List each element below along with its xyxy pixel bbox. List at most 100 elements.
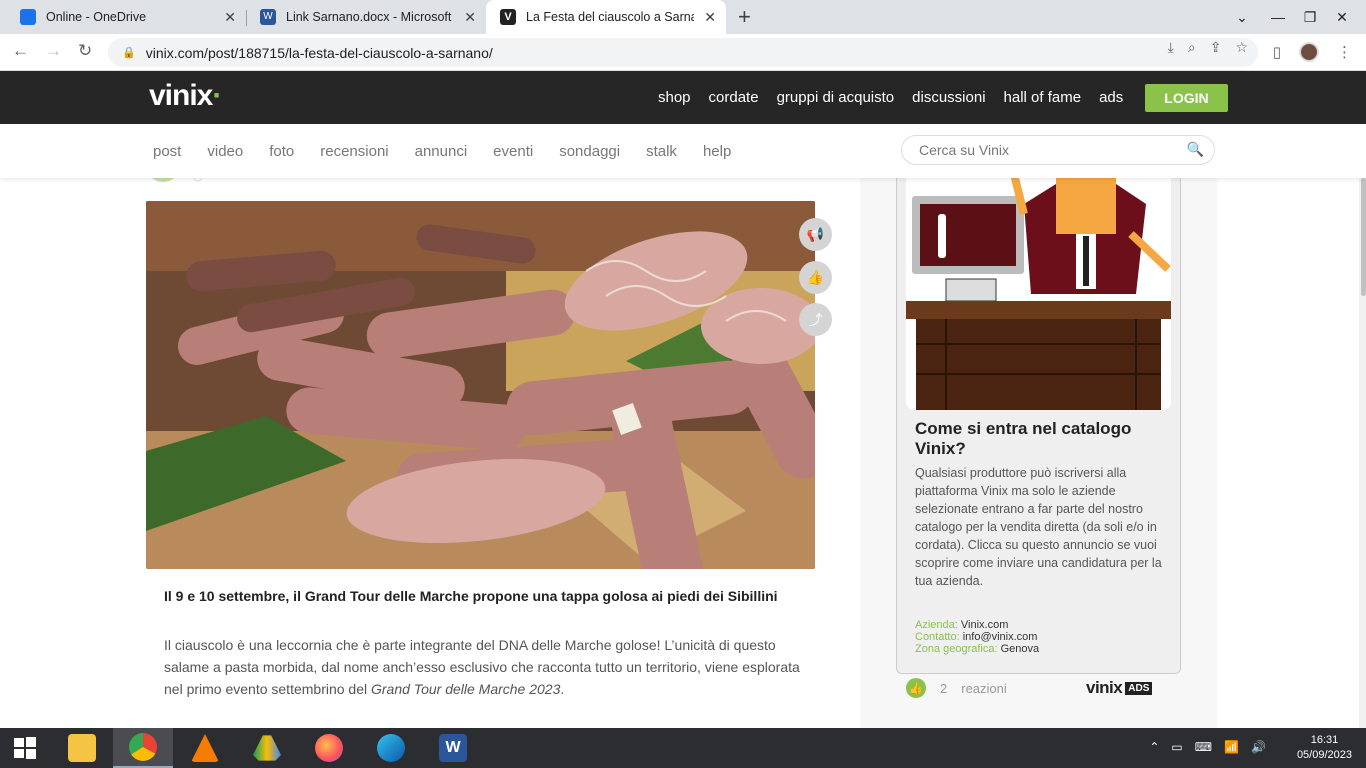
like-thumb-icon[interactable]: 👍 (799, 261, 832, 294)
announce-megaphone-icon[interactable]: 📢 (799, 218, 832, 251)
ad-description: Qualsiasi produttore può iscriversi alla… (915, 466, 1162, 588)
nav-gruppi-di-acquisto[interactable]: gruppi di acquisto (777, 89, 895, 106)
taskbar-clock[interactable]: 16:31 05/09/2023 (1297, 733, 1352, 763)
subnav-annunci[interactable]: annunci (415, 143, 468, 160)
restore-icon[interactable]: ❐ (1294, 9, 1326, 26)
close-window-icon[interactable]: ✕ (1326, 9, 1358, 26)
author-avatar[interactable] (150, 178, 176, 182)
clock-time: 16:31 (1310, 734, 1339, 746)
close-tab-icon[interactable]: ✕ (464, 9, 476, 26)
nav-cordate[interactable]: cordate (709, 89, 759, 106)
article-body: Il ciauscolo è una leccornia che è parte… (164, 634, 804, 700)
browser-toolbar: ← → ↻ 🔒 vinix.com/post/188715/la-festa-d… (0, 34, 1366, 71)
lock-icon[interactable]: 🔒 (122, 46, 136, 59)
reactions-label: reazioni (961, 680, 1007, 696)
vinix-logo[interactable]: vinix· (149, 79, 222, 113)
post-date-icon: ◷ (193, 178, 203, 183)
ads-brand-text: vinix (1086, 678, 1123, 697)
nav-discussioni[interactable]: discussioni (912, 89, 985, 106)
search-icon[interactable]: 🔍 (1187, 141, 1204, 158)
ad-meta: Azienda: Vinix.com Contatto: info@vinix.… (915, 619, 1039, 655)
show-hidden-icons-icon[interactable]: ⌃ (1149, 740, 1159, 754)
menu-kebab-icon[interactable]: ⋮ (1337, 43, 1352, 61)
meta-key: Azienda: (915, 619, 958, 631)
tablet-icon[interactable]: ▭ (1171, 740, 1182, 754)
edge-icon (377, 734, 405, 762)
subnav-eventi[interactable]: eventi (493, 143, 533, 160)
profile-avatar[interactable] (1299, 42, 1319, 62)
url-text: vinix.com/post/188715/la-festa-del-ciaus… (145, 44, 493, 61)
new-tab-icon[interactable]: + (738, 4, 751, 30)
search-input[interactable]: Cerca su Vinix 🔍 (901, 135, 1215, 165)
taskbar-word[interactable]: W (423, 728, 483, 768)
scrollbar-thumb[interactable] (1361, 178, 1366, 296)
meta-value: info@vinix.com (962, 631, 1038, 643)
tab-search-icon[interactable]: ⌄ (1226, 9, 1258, 26)
ad-reactions[interactable]: 👍 2 reazioni (906, 678, 1007, 698)
tab-title: Link Sarnano.docx - Microsoft Wo (286, 10, 454, 24)
install-icon[interactable]: ⤓ (1168, 39, 1174, 56)
thumbs-up-icon[interactable]: 👍 (906, 678, 926, 698)
article-hero-image (146, 201, 815, 569)
ad-meta-contact: Contatto: info@vinix.com (915, 631, 1039, 643)
word-icon: W (439, 734, 467, 762)
close-tab-icon[interactable]: ✕ (704, 9, 716, 26)
site-header: vinix· shop cordate gruppi di acquisto d… (0, 71, 1366, 124)
address-bar[interactable]: 🔒 vinix.com/post/188715/la-festa-del-cia… (108, 38, 1258, 67)
subnav-sondaggi[interactable]: sondaggi (559, 143, 620, 160)
side-panel-icon[interactable]: ▯ (1273, 43, 1281, 61)
bookmark-star-icon[interactable]: ☆ (1235, 39, 1248, 56)
tab-title: La Festa del ciauscolo a Sarnano (526, 10, 694, 24)
back-icon[interactable]: ← (12, 41, 29, 61)
taskbar-file-explorer[interactable] (52, 728, 112, 768)
reload-icon[interactable]: ↻ (78, 41, 92, 61)
volume-icon[interactable]: 🔊 (1251, 740, 1266, 754)
start-button[interactable] (0, 728, 50, 768)
tab-word-doc[interactable]: W Link Sarnano.docx - Microsoft Wo ✕ (246, 0, 486, 34)
nav-shop[interactable]: shop (658, 89, 691, 106)
article-subtitle: Il 9 e 10 settembre, il Grand Tour delle… (164, 588, 778, 604)
minimize-icon[interactable]: — (1262, 9, 1294, 25)
network-icon[interactable]: 📶 (1224, 740, 1239, 754)
ad-title: Come si entra nel catalogo Vinix? (915, 419, 1132, 458)
taskbar-edge[interactable] (361, 728, 421, 768)
subnav-post[interactable]: post (153, 143, 181, 160)
subnav-help[interactable]: help (703, 143, 731, 160)
login-button[interactable]: LOGIN (1145, 83, 1228, 112)
word-icon: W (260, 9, 276, 25)
tab-vinix-article[interactable]: V La Festa del ciauscolo a Sarnano ✕ (486, 0, 726, 34)
ad-illustration (906, 178, 1171, 410)
zoom-icon[interactable]: ⌕ (1188, 39, 1196, 56)
taskbar-vlc[interactable] (175, 728, 235, 768)
subnav-video[interactable]: video (207, 143, 243, 160)
subnav-foto[interactable]: foto (269, 143, 294, 160)
browser-actions: ▯ ⋮ (1273, 42, 1352, 62)
vinix-icon: V (500, 9, 516, 25)
tab-title: Online - OneDrive (46, 10, 147, 24)
nav-hall-of-fame[interactable]: hall of fame (1004, 89, 1082, 106)
meta-key: Zona geografica: (915, 643, 998, 655)
keyboard-icon[interactable]: ⌨ (1195, 740, 1212, 754)
nav-ads[interactable]: ads (1099, 89, 1123, 106)
share-icon[interactable]: ⤴ (799, 303, 832, 336)
tab-onedrive[interactable]: Online - OneDrive ✕ (6, 0, 246, 34)
taskbar-chrome[interactable] (113, 728, 173, 768)
file-explorer-icon (68, 734, 96, 762)
close-tab-icon[interactable]: ✕ (224, 9, 236, 26)
taskbar-firefox[interactable] (299, 728, 359, 768)
share-icon[interactable]: ⇪ (1210, 39, 1222, 56)
sub-nav: post video foto recensioni annunci event… (0, 124, 1366, 178)
meta-value: Vinix.com (960, 619, 1009, 631)
windows-taskbar: W ⌃ ▭ ⌨ 📶 🔊 16:31 05/09/2023 (0, 728, 1366, 768)
google-drive-icon (253, 735, 281, 761)
windows-logo-icon (14, 737, 36, 759)
taskbar-google-drive[interactable] (237, 728, 297, 768)
forward-icon[interactable]: → (45, 41, 62, 61)
meta-key: Contatto: (915, 631, 960, 643)
body-text-end: . (560, 681, 565, 697)
body-text-italic: Grand Tour delle Marche 2023 (371, 681, 561, 697)
subnav-stalk[interactable]: stalk (646, 143, 677, 160)
ad-card[interactable]: Come si entra nel catalogo Vinix? Qualsi… (896, 178, 1181, 674)
subnav-recensioni[interactable]: recensioni (320, 143, 388, 160)
chrome-icon (129, 733, 157, 761)
